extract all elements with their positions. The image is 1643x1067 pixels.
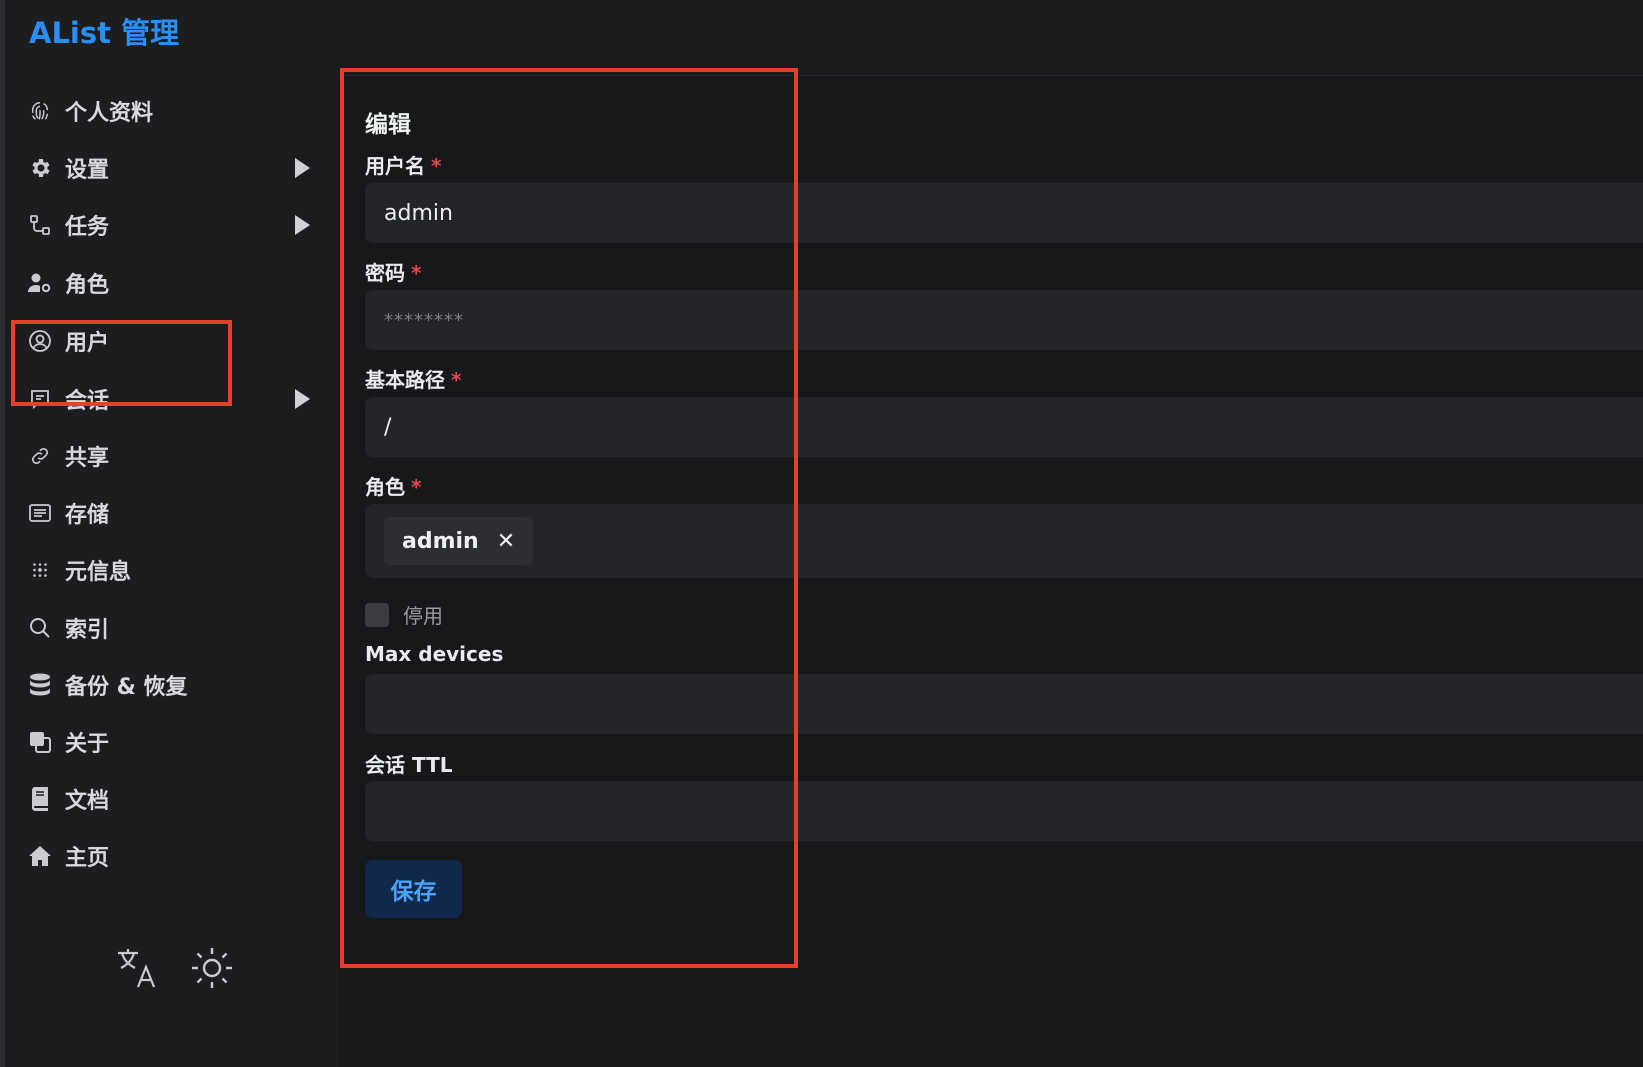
sidebar-item-label: 文档 xyxy=(65,789,110,814)
max-devices-input[interactable] xyxy=(365,674,1643,734)
sidebar-item-profile[interactable]: 个人资料 xyxy=(5,83,338,139)
sidebar-item-label: 关于 xyxy=(65,732,110,757)
sidebar-item-label: 会话 xyxy=(65,389,110,414)
translate-icon[interactable] xyxy=(115,945,161,991)
disabled-label: 停用 xyxy=(403,604,443,628)
session-ttl-label: 会话 TTL xyxy=(365,753,453,777)
sidebar-item-storage[interactable]: 存储 xyxy=(5,485,338,541)
password-label: 密码 * xyxy=(365,261,422,285)
sidebar-item-tasks[interactable]: 任务 xyxy=(5,197,338,253)
sidebar-item-home[interactable]: 主页 xyxy=(5,828,338,884)
caret-right-icon[interactable] xyxy=(295,389,310,409)
required-mark: * xyxy=(411,475,422,499)
flow-icon xyxy=(27,212,53,238)
save-button[interactable]: 保存 xyxy=(365,860,462,918)
sidebar-item-meta[interactable]: 元信息 xyxy=(5,542,338,598)
sidebar-item-label: 任务 xyxy=(65,215,110,240)
sidebar-item-label: 主页 xyxy=(65,846,110,871)
close-icon[interactable]: ✕ xyxy=(497,529,515,554)
sidebar-item-label: 个人资料 xyxy=(65,101,154,126)
fingerprint-icon xyxy=(27,98,53,124)
user-circle-icon xyxy=(27,328,53,354)
search-icon xyxy=(27,615,53,641)
role-tag: admin ✕ xyxy=(384,517,534,565)
role-label: 角色 * xyxy=(365,475,422,499)
sidebar-item-users[interactable]: 用户 xyxy=(5,313,338,369)
sidebar-tools xyxy=(115,945,235,991)
link-icon xyxy=(27,443,53,469)
username-input[interactable]: admin xyxy=(365,183,1643,243)
required-mark: * xyxy=(411,261,422,285)
sidebar-item-settings[interactable]: 设置 xyxy=(5,140,338,196)
sidebar-item-roles[interactable]: 角色 xyxy=(5,255,338,311)
home-icon xyxy=(27,843,53,869)
sidebar-item-about[interactable]: 关于 xyxy=(5,714,338,770)
top-header xyxy=(338,0,1643,76)
sidebar-item-label: 元信息 xyxy=(65,560,132,585)
disabled-row: 停用 xyxy=(365,600,443,629)
database-icon xyxy=(27,672,53,698)
required-mark: * xyxy=(451,368,462,392)
password-input[interactable]: ******** xyxy=(365,290,1643,350)
caret-right-icon[interactable] xyxy=(295,215,310,235)
sun-icon[interactable] xyxy=(189,945,235,991)
brand-title[interactable]: AList 管理 xyxy=(29,10,179,52)
sidebar-item-label: 备份 & 恢复 xyxy=(65,675,188,700)
role-select[interactable]: admin ✕ xyxy=(365,504,1643,578)
session-icon xyxy=(27,386,53,412)
disabled-checkbox[interactable] xyxy=(365,602,389,627)
meta-icon xyxy=(27,557,53,583)
form-title: 编辑 xyxy=(365,112,411,138)
gear-icon xyxy=(27,155,53,181)
sidebar: AList 管理 个人资料 设置 任务 角色 用户 会话 共享 存储 元信息 索… xyxy=(5,0,338,1067)
app-root: AList 管理 个人资料 设置 任务 角色 用户 会话 共享 存储 元信息 索… xyxy=(0,0,1643,1067)
base-path-input[interactable]: / xyxy=(365,397,1643,457)
base-path-label: 基本路径 * xyxy=(365,368,462,392)
max-devices-label: Max devices xyxy=(365,642,504,666)
required-mark: * xyxy=(431,154,442,178)
sidebar-item-label: 设置 xyxy=(65,158,110,183)
username-label: 用户名 * xyxy=(365,154,442,178)
sidebar-item-share[interactable]: 共享 xyxy=(5,428,338,484)
copy-icon xyxy=(27,729,53,755)
sidebar-item-label: 共享 xyxy=(65,446,110,471)
sidebar-item-label: 角色 xyxy=(65,273,110,298)
session-ttl-input[interactable] xyxy=(365,781,1643,841)
sidebar-item-sessions[interactable]: 会话 xyxy=(5,371,338,427)
sidebar-item-label: 存储 xyxy=(65,503,110,528)
sidebar-item-index[interactable]: 索引 xyxy=(5,600,338,656)
sidebar-item-docs[interactable]: 文档 xyxy=(5,771,338,827)
caret-right-icon[interactable] xyxy=(295,158,310,178)
user-gear-icon xyxy=(27,270,53,296)
sidebar-item-backup[interactable]: 备份 & 恢复 xyxy=(5,657,338,713)
book-icon xyxy=(27,786,53,812)
storage-icon xyxy=(27,500,53,526)
sidebar-item-label: 用户 xyxy=(65,331,110,356)
sidebar-item-label: 索引 xyxy=(65,618,110,643)
